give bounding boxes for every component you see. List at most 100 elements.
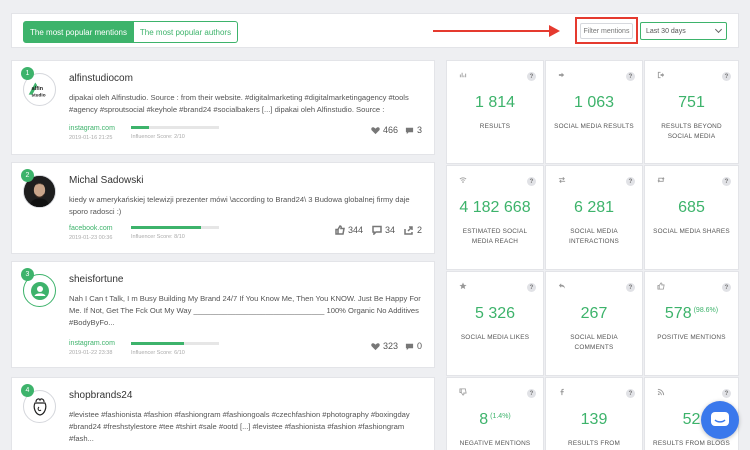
bar-chart-icon — [459, 72, 467, 78]
mention-card[interactable]: 4 shopbrands24 #levistee #fashionista #f… — [11, 377, 435, 450]
stat-label: SOCIAL MEDIA SHARES — [653, 228, 730, 235]
mention-source-link[interactable]: facebook.com — [69, 225, 113, 232]
comments-count: 3 — [416, 125, 422, 135]
mention-author[interactable]: shopbrands24 — [69, 390, 132, 401]
mention-text: #levistee #fashionista #fashion #fashion… — [69, 410, 410, 443]
help-icon[interactable]: ? — [527, 72, 536, 81]
stat-percentage: (98.6%) — [693, 307, 719, 314]
stat-label: ESTIMATED SOCIAL MEDIA REACH — [462, 228, 528, 245]
stat-card: ? 1 063 SOCIAL MEDIA RESULTS — [545, 60, 643, 164]
mention-author[interactable]: sheisfortune — [69, 274, 123, 285]
mention-text: kiedy w amerykańskiej telewizji prezente… — [69, 195, 410, 216]
influencer-score-label: Influencer Score: 8/10 — [131, 234, 185, 240]
mention-source-link[interactable]: instagram.com — [69, 340, 115, 347]
mention-card[interactable]: 1 alfin studio alfinstudiocom dipakai ol… — [11, 60, 435, 155]
stat-label: RESULTS — [479, 123, 511, 130]
user-placeholder-icon — [30, 281, 49, 300]
likes-count: 323 — [382, 341, 398, 351]
likes-stat: 323 — [371, 341, 398, 351]
mention-source-link[interactable]: instagram.com — [69, 125, 115, 132]
sign-out-icon — [657, 71, 665, 79]
help-icon[interactable]: ? — [527, 389, 536, 398]
stat-number: 139 — [580, 411, 608, 428]
mention-author[interactable]: alfinstudiocom — [69, 73, 133, 84]
stat-value: 685 — [645, 199, 738, 217]
avatar-logo-text: alfin — [32, 86, 44, 92]
stat-value: 578 (98.6%) — [645, 305, 738, 323]
chat-icon — [711, 412, 729, 426]
stat-label: SOCIAL MEDIA LIKES — [460, 334, 530, 341]
stat-card: ? 8 (1.4%) NEGATIVE MENTIONS — [446, 377, 544, 450]
mention-text: Nah I Can t Talk, I m Busy Building My B… — [69, 294, 421, 327]
mention-rank-badge: 2 — [21, 169, 34, 182]
star-icon — [459, 282, 467, 290]
shopping-bag-icon — [33, 397, 46, 416]
influencer-score-bar — [131, 226, 219, 229]
comment-icon — [405, 127, 414, 134]
period-select[interactable]: Last 30 days — [640, 22, 727, 40]
help-icon[interactable]: ? — [722, 72, 731, 81]
tab-most-popular-mentions[interactable]: The most popular mentions — [23, 21, 134, 43]
stat-number: 4 182 668 — [459, 199, 531, 216]
likes-stat: 344 — [335, 225, 363, 235]
thumbs-up-icon — [335, 225, 345, 235]
stat-number: 578 — [664, 305, 692, 322]
stat-label: POSITIVE MENTIONS — [657, 334, 726, 341]
stat-label: NEGATIVE MENTIONS — [459, 440, 531, 447]
facebook-icon — [560, 388, 564, 396]
comments-stat: 34 — [372, 225, 395, 235]
retweet-icon — [657, 176, 665, 183]
comments-stat: 0 — [405, 341, 422, 351]
stat-value: 139 — [546, 411, 642, 429]
influencer-score-bar — [131, 342, 219, 345]
help-icon[interactable]: ? — [722, 283, 731, 292]
mention-stats: 323 0 — [371, 341, 422, 351]
help-icon[interactable]: ? — [722, 177, 731, 186]
help-icon[interactable]: ? — [527, 177, 536, 186]
help-icon[interactable]: ? — [626, 389, 635, 398]
help-icon[interactable]: ? — [626, 177, 635, 186]
stat-number: 5 326 — [474, 305, 516, 322]
stat-value: 8 (1.4%) — [447, 411, 543, 429]
shares-stat: 2 — [404, 225, 422, 235]
mention-rank-badge: 1 — [21, 67, 34, 80]
rss-icon — [657, 388, 665, 396]
influencer-score-fill — [131, 126, 149, 129]
mention-stats: 344 34 2 — [335, 225, 422, 235]
influencer-score-fill — [131, 342, 184, 345]
reply-icon — [558, 283, 566, 289]
help-icon[interactable]: ? — [722, 389, 731, 398]
exchange-icon — [558, 177, 566, 183]
stat-value: 6 281 — [546, 199, 642, 217]
mention-card[interactable]: 2 Michal Sadowski kiedy w amerykańskiej … — [11, 162, 435, 254]
mention-rank-badge: 3 — [21, 268, 34, 281]
svg-text:studio: studio — [32, 93, 46, 98]
stat-label: SOCIAL MEDIA COMMENTS — [570, 334, 618, 351]
stat-card: ? 1 814 RESULTS — [446, 60, 544, 164]
wifi-icon — [459, 177, 467, 183]
stat-label: SOCIAL MEDIA INTERACTIONS — [569, 228, 619, 245]
stat-number: 267 — [580, 305, 608, 322]
help-icon[interactable]: ? — [626, 72, 635, 81]
likes-count: 466 — [382, 125, 398, 135]
chat-widget-button[interactable] — [701, 401, 739, 439]
mention-author[interactable]: Michal Sadowski — [69, 175, 143, 186]
stat-label: SOCIAL MEDIA RESULTS — [554, 123, 634, 130]
help-icon[interactable]: ? — [527, 283, 536, 292]
mention-date: 2019-01-23 00:36 — [69, 235, 113, 241]
tab-most-popular-authors[interactable]: The most popular authors — [134, 21, 238, 43]
filter-mentions-button[interactable]: Filter mentions — [580, 23, 633, 39]
stat-number: 52 — [682, 411, 701, 428]
stat-number: 1 063 — [573, 94, 615, 111]
stat-number: 1 814 — [474, 94, 516, 111]
influencer-score-fill — [131, 226, 202, 229]
help-icon[interactable]: ? — [626, 283, 635, 292]
comments-count: 0 — [416, 341, 422, 351]
mention-card[interactable]: 3 sheisfortune Nah I Can t Talk, I m Bus… — [11, 261, 435, 368]
stat-label: RESULTS FROM FACEBOOK — [568, 440, 620, 447]
sign-in-icon — [558, 72, 565, 78]
stat-card: ? 685 SOCIAL MEDIA SHARES — [644, 165, 739, 270]
influencer-score-label: Influencer Score: 6/10 — [131, 350, 185, 356]
stat-card: ? 6 281 SOCIAL MEDIA INTERACTIONS — [545, 165, 643, 270]
stat-number: 6 281 — [573, 199, 615, 216]
